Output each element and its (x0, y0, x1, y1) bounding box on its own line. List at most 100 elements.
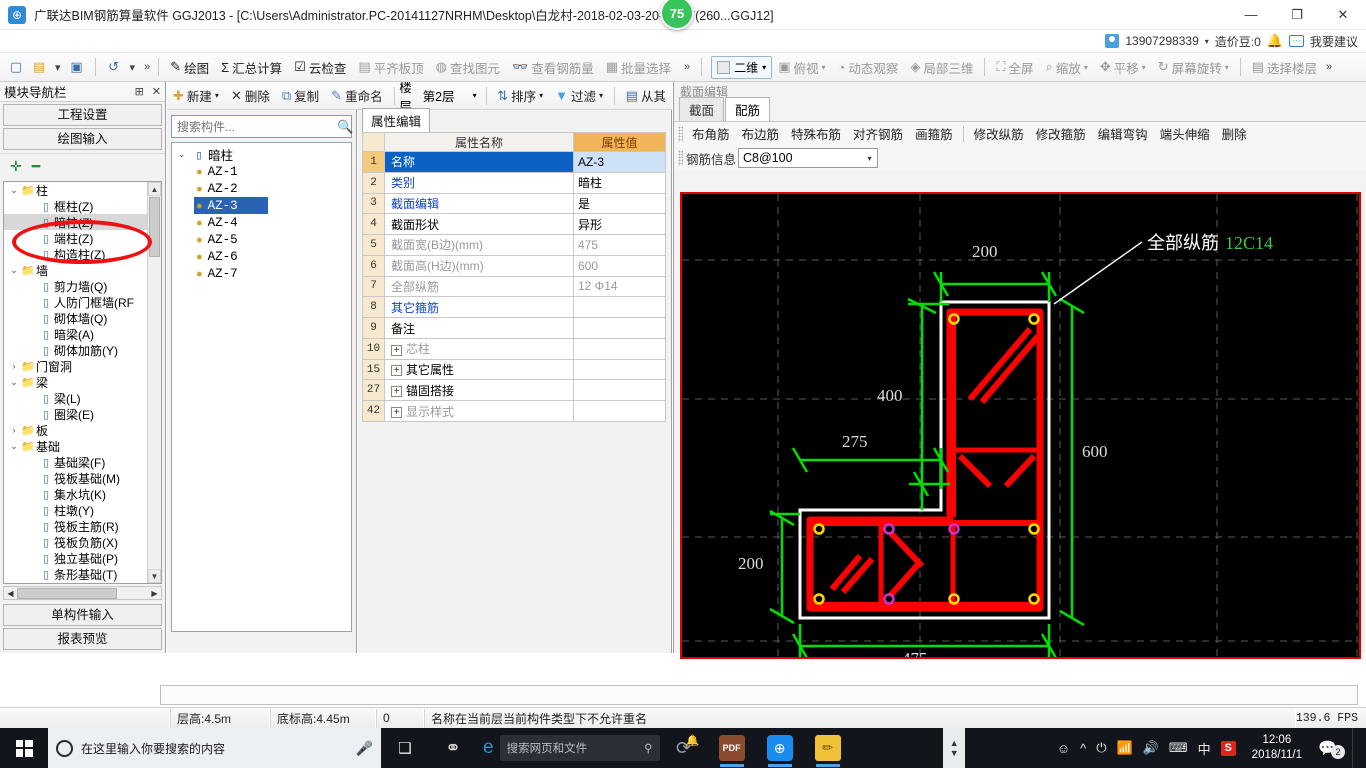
property-value[interactable]: 12 Φ14 (573, 275, 666, 298)
property-value[interactable]: 600 (573, 254, 666, 277)
property-value[interactable]: 暗柱 (573, 171, 666, 194)
component-item-az-4[interactable]: ✹ AZ-4 (172, 214, 351, 231)
new-component-button[interactable]: ✚ 新建 ▾ (167, 84, 225, 107)
suggestion-bubble-icon[interactable]: ··· (1288, 35, 1304, 47)
property-value[interactable] (573, 296, 666, 319)
save-icon[interactable]: ▣ (67, 57, 87, 77)
view-button-7[interactable]: ▤ 选择楼层 (1246, 56, 1323, 79)
property-name[interactable]: 截面高(H边)(mm) (384, 254, 574, 277)
property-name[interactable]: 类别 (384, 171, 574, 194)
view-toolbar-overflow-icon[interactable]: » (1323, 61, 1335, 73)
table-row[interactable]: 5 截面宽(B边)(mm) 475 (362, 234, 666, 256)
nav-tree-item-15[interactable]: › 📁 板 (4, 422, 147, 438)
nav-tree-item-7[interactable]: ▯ 人防门框墙(RF (4, 294, 147, 310)
property-name[interactable]: + 芯柱 (384, 337, 574, 360)
property-value[interactable] (573, 337, 666, 360)
ime-indicator[interactable]: 中 (1198, 739, 1211, 758)
section-tool-left-4[interactable]: 画箍筋 (909, 122, 959, 145)
nav-tree-item-20[interactable]: ▯ 柱墩(Y) (4, 502, 147, 518)
account-username[interactable]: 13907298339 (1125, 34, 1198, 48)
component-item-az-2[interactable]: ✹ AZ-2 (172, 180, 351, 197)
nav-button-single-component-input[interactable]: 单构件输入 (3, 604, 162, 626)
table-row[interactable]: 7 全部纵筋 12 Φ14 (362, 275, 666, 298)
nav-tree-item-16[interactable]: ⌄ 📁 基础 (4, 438, 147, 454)
toolbar-button-6[interactable]: ▦ 批量选择 (600, 56, 677, 79)
account-dropdown-icon[interactable]: ▾ (1205, 37, 1209, 46)
nav-tree-item-19[interactable]: ▯ 集水坑(K) (4, 486, 147, 502)
nav-button-project-settings[interactable]: 工程设置 (3, 104, 162, 126)
table-row[interactable]: 42 + 显示样式 (362, 400, 666, 422)
new-file-icon[interactable]: ▢ (6, 57, 26, 77)
spiral-app-button[interactable]: ⟳ 🔔 (660, 728, 708, 768)
component-tree-root[interactable]: ⌄ ▯ 暗柱 (172, 146, 351, 164)
sort-button[interactable]: ⇅ 排序 ▾ (491, 84, 549, 107)
nav-tree-item-22[interactable]: ▯ 筏板负筋(X) (4, 534, 147, 550)
rebar-row-grip[interactable] (678, 150, 683, 166)
open-dropdown-icon[interactable]: ▾ (52, 61, 64, 74)
pdf-app-button[interactable]: PDF (708, 728, 756, 768)
main-toolbar-overflow-icon[interactable]: » (681, 61, 693, 73)
toolbar-button-0[interactable]: ✎ 绘图 (164, 56, 215, 79)
chevron-down-icon[interactable]: ⌄ (178, 149, 190, 160)
search-icon[interactable]: 🔍 (337, 119, 353, 135)
nav-button-drawing-input[interactable]: 绘图输入 (3, 128, 162, 150)
nav-tree-item-4[interactable]: ▯ 构造柱(Z) (4, 246, 147, 262)
glodon-app-button[interactable]: ⊕ (756, 728, 804, 768)
nav-tree-item-21[interactable]: ▯ 筏板主筋(R) (4, 518, 147, 534)
property-name[interactable]: 截面形状 (384, 213, 574, 236)
expand-icon[interactable]: + (391, 406, 402, 418)
section-tool-right-4[interactable]: 删除 (1216, 122, 1253, 145)
nav-tree-item-25[interactable]: ▯桩承台(V) (4, 582, 147, 583)
minimize-button[interactable]: — (1228, 0, 1274, 30)
expand-icon[interactable]: + (391, 365, 402, 377)
close-icon[interactable]: ✕ (152, 85, 161, 98)
toolbar-button-2[interactable]: ☑ 云检查 (288, 56, 352, 79)
pin-icon[interactable]: ⊞ (135, 85, 144, 98)
taskbar-search[interactable]: 在这里输入你要搜索的内容 🎤 (48, 728, 381, 768)
section-tool-left-0[interactable]: 布角筋 (686, 122, 736, 145)
section-tool-right-0[interactable]: 修改纵筋 (968, 122, 1030, 145)
wifi-icon[interactable]: 📶 (1117, 740, 1133, 756)
toolbar-button-5[interactable]: 👓 查看钢筋量 (506, 56, 600, 79)
edge-search-group[interactable]: e 搜索网页和文件 ⚲ (483, 735, 660, 761)
property-name[interactable]: 截面编辑 (384, 192, 574, 215)
open-file-icon[interactable]: ▤ (29, 57, 49, 77)
tab-property-edit[interactable]: 属性编辑 (362, 108, 431, 132)
table-row[interactable]: 27 + 锚固搭接 (362, 379, 666, 402)
section-tool-right-1[interactable]: 修改箍筋 (1030, 122, 1092, 145)
scroll-up-icon[interactable]: ▲ (148, 182, 161, 196)
view-button-0[interactable]: ▣ 俯视 ▾ (772, 56, 831, 79)
twisty-icon[interactable]: ⌄ (8, 377, 20, 388)
table-row[interactable]: 3 截面编辑 是 (362, 192, 666, 215)
section-tool-left-3[interactable]: 对齐钢筋 (847, 122, 909, 145)
expand-icon[interactable]: + (391, 386, 402, 398)
keyboard-icon[interactable]: ⌨ (1169, 740, 1188, 756)
property-name[interactable]: + 显示样式 (384, 400, 574, 422)
copy-component-button[interactable]: ⧉ 复制 (276, 84, 325, 107)
view-button-1[interactable]: ◔ 动态观察 (832, 56, 905, 79)
twisty-icon[interactable]: › (8, 361, 20, 371)
nav-tree-item-23[interactable]: ▯ 独立基础(P) (4, 550, 147, 566)
property-name[interactable]: 名称 (384, 151, 574, 173)
close-button[interactable]: ✕ (1320, 0, 1366, 30)
scroll-down-icon[interactable]: ▼ (148, 569, 161, 583)
expand-all-icon[interactable]: ✛ (10, 158, 22, 175)
nav-tree-item-3[interactable]: ▯ 端柱(Z) (4, 230, 147, 246)
component-item-az-3[interactable]: ✹ AZ-3 (194, 197, 268, 214)
component-item-az-7[interactable]: ✹ AZ-7 (172, 265, 351, 282)
start-button[interactable] (0, 728, 48, 768)
maximize-button[interactable]: ❐ (1274, 0, 1320, 30)
notes-app-button[interactable]: ✏ (804, 728, 852, 768)
expand-icon[interactable]: + (391, 344, 402, 356)
edge-search-box[interactable]: 搜索网页和文件 ⚲ (499, 735, 660, 761)
suggestion-label[interactable]: 我要建议 (1310, 33, 1358, 50)
property-name[interactable]: + 锚固搭接 (384, 379, 574, 402)
property-name[interactable]: 其它箍筋 (384, 296, 574, 319)
rebar-info-combo[interactable]: C8@100 ▾ (738, 148, 879, 168)
filter-button[interactable]: ▼ 过滤 ▾ (549, 84, 609, 107)
battery-icon[interactable]: ⏻ (1096, 740, 1106, 756)
view-button-2[interactable]: ◈ 局部三维 (904, 56, 979, 79)
tray-scroll-buttons[interactable]: ▲ ▼ (943, 728, 966, 768)
nav-tree-item-9[interactable]: ▯ 暗梁(A) (4, 326, 147, 342)
notification-center-button[interactable]: 💬 2 (1318, 739, 1345, 759)
